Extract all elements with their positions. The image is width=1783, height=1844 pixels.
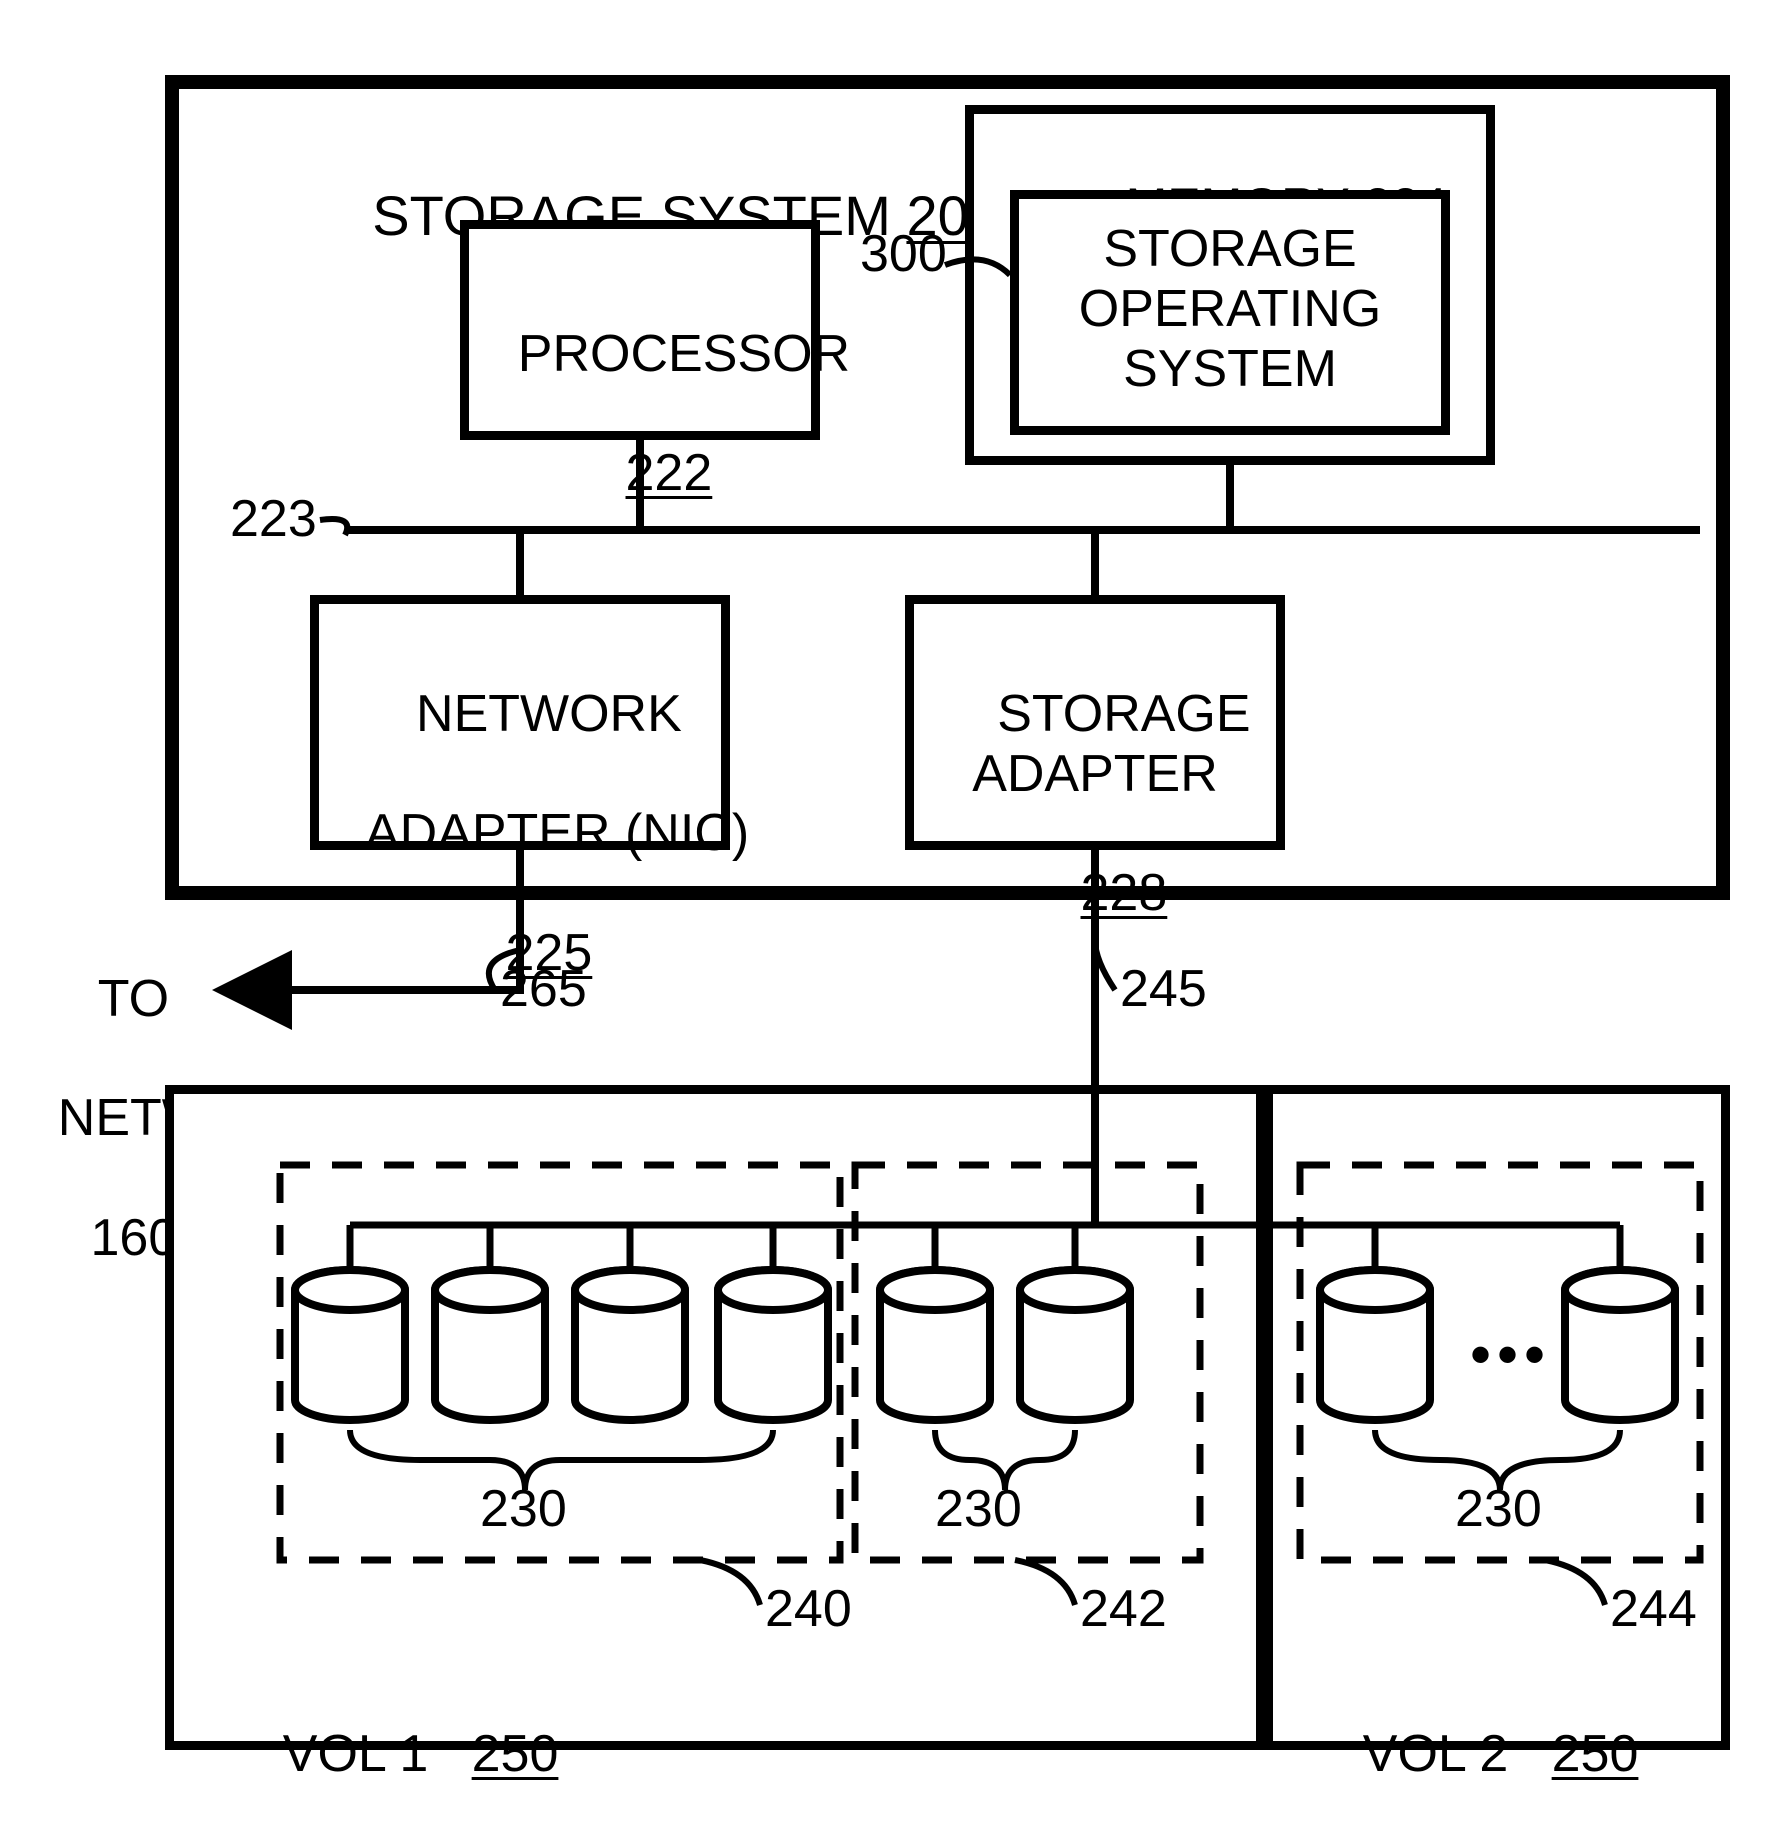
disk-g2-1: P (1045, 1335, 1105, 1395)
disk-g3-0: D (1345, 1335, 1405, 1395)
bus-ref: 223 (230, 490, 317, 550)
disk-ref-1: 230 (480, 1480, 567, 1540)
disk-g3-1: P (1590, 1335, 1650, 1395)
vol1-label: VOL 1 250 (225, 1665, 558, 1844)
processor-title: PROCESSOR 222 (460, 265, 820, 564)
vol2-ellipsis: ••• (1470, 1320, 1551, 1389)
raid-a-ref: 240 (765, 1580, 852, 1640)
disk-ref-3: 230 (1455, 1480, 1542, 1540)
storage-link-ref: 245 (1120, 960, 1207, 1020)
vol1-box (165, 1085, 1265, 1750)
vol2-label: VOL 2 250 (1305, 1665, 1638, 1844)
disk-g2-0: D (905, 1335, 965, 1395)
sos-title: STORAGE OPERATING SYSTEM (1010, 220, 1450, 399)
disk-g1-0: D (320, 1335, 380, 1395)
vol2-box (1264, 1085, 1730, 1750)
diagram-stage: STORAGE SYSTEM 200 PROCESSOR 222 MEMORY … (0, 0, 1783, 1811)
disk-g1-1: D (460, 1335, 520, 1395)
storage-adapter-title: STORAGE ADAPTER 228 (905, 625, 1285, 984)
disk-ref-2: 230 (935, 1480, 1022, 1540)
raid-b-ref: 242 (1080, 1580, 1167, 1640)
disk-g1-3: P (743, 1335, 803, 1395)
raid-c-ref: 244 (1610, 1580, 1697, 1640)
net-link-ref: 265 (500, 960, 587, 1020)
disk-g1-2: D (600, 1335, 660, 1395)
sos-ref: 300 (860, 225, 947, 285)
